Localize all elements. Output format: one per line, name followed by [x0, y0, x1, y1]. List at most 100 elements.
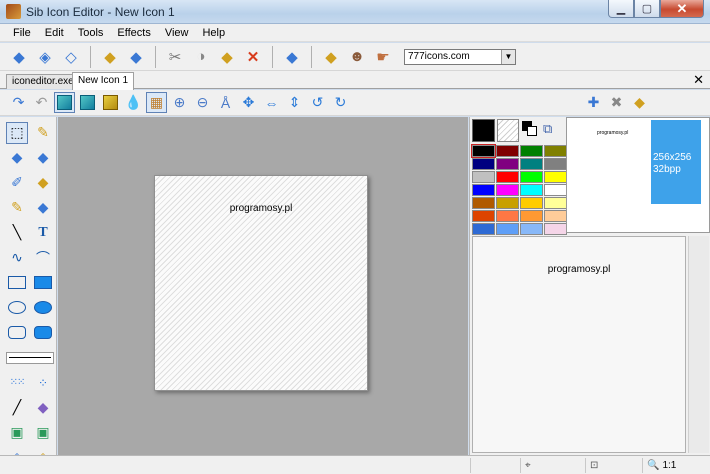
eraser-icon[interactable]: ◆: [6, 147, 28, 169]
color-swatch[interactable]: [544, 223, 567, 235]
undo-icon[interactable]: ↶: [31, 92, 52, 113]
color-swatch[interactable]: [544, 210, 567, 222]
airbrush-icon[interactable]: ✎: [6, 197, 28, 219]
open-icon[interactable]: ◈: [34, 46, 56, 68]
zoom-actual-icon[interactable]: Å: [215, 92, 236, 113]
filled-ellipse-icon[interactable]: [32, 297, 54, 319]
color-swatch[interactable]: [496, 158, 519, 170]
save-icon[interactable]: ◇: [60, 46, 82, 68]
mask-mode-icon[interactable]: [77, 92, 98, 113]
preview-scrollbar[interactable]: [688, 236, 709, 453]
color-swatch[interactable]: [544, 197, 567, 209]
primary-color-swatch[interactable]: [472, 119, 495, 142]
color-swatch[interactable]: [496, 171, 519, 183]
color-swatch[interactable]: [520, 158, 543, 170]
tab-iconeditor[interactable]: iconeditor.exe: [6, 74, 80, 89]
curve-icon[interactable]: ∿: [6, 247, 28, 269]
tab-new-icon-1[interactable]: New Icon 1: [72, 72, 135, 90]
color-swatch[interactable]: [472, 210, 495, 222]
canvas-area[interactable]: programosy.pl: [58, 117, 468, 455]
cut-icon[interactable]: ✂: [164, 46, 186, 68]
remove-image-icon[interactable]: ✖: [606, 92, 627, 113]
color-swatch[interactable]: [544, 184, 567, 196]
color-swatch[interactable]: [520, 145, 543, 157]
minimize-button[interactable]: ▁: [608, 0, 634, 18]
copy-icon[interactable]: ◑: [190, 46, 212, 68]
filled-rounded-rect-icon[interactable]: [32, 322, 54, 344]
image-list-icon[interactable]: ◆: [629, 92, 650, 113]
line-icon[interactable]: ╲: [6, 222, 28, 244]
pencil-icon[interactable]: ✎: [32, 122, 54, 144]
image-mode-icon[interactable]: [54, 92, 75, 113]
flip-horizontal-icon[interactable]: ⇔: [261, 92, 282, 113]
redo-icon[interactable]: ↷: [8, 92, 29, 113]
arc-icon[interactable]: ⌒: [32, 247, 54, 269]
color-swatch[interactable]: [520, 210, 543, 222]
add-image-icon[interactable]: ✚: [583, 92, 604, 113]
color-swatch[interactable]: [472, 223, 495, 235]
menu-effects[interactable]: Effects: [110, 27, 157, 39]
menu-file[interactable]: File: [6, 27, 38, 39]
chevron-down-icon[interactable]: ▼: [501, 49, 515, 64]
color-swatch[interactable]: [544, 171, 567, 183]
grid-icon[interactable]: ▦: [146, 92, 167, 113]
thin-line-icon[interactable]: ╱: [6, 397, 28, 419]
paste-icon[interactable]: ◆: [216, 46, 238, 68]
rectangle-icon[interactable]: [6, 272, 28, 294]
properties-icon[interactable]: ◆: [320, 46, 342, 68]
dot-grid-icon[interactable]: ⁙⁙: [6, 372, 28, 394]
import-icon[interactable]: ◆: [99, 46, 121, 68]
blend-mode-icon[interactable]: [100, 92, 121, 113]
color-swatch[interactable]: [520, 184, 543, 196]
color-swatch[interactable]: [471, 144, 496, 158]
color-swatch[interactable]: [472, 184, 495, 196]
maximize-button[interactable]: ▢: [634, 0, 660, 18]
menu-help[interactable]: Help: [195, 27, 232, 39]
color-swatch[interactable]: [472, 197, 495, 209]
close-button[interactable]: ✕: [660, 0, 704, 18]
color-swatch[interactable]: [496, 184, 519, 196]
icon-canvas[interactable]: programosy.pl: [154, 175, 368, 391]
color-swatch[interactable]: [544, 158, 567, 170]
layer-copy-icon[interactable]: ▣: [6, 422, 28, 444]
color-swatch[interactable]: [544, 145, 567, 157]
brush-icon[interactable]: ◆: [32, 147, 54, 169]
rounded-rect-icon[interactable]: [6, 322, 28, 344]
menu-tools[interactable]: Tools: [71, 27, 111, 39]
export-icon[interactable]: ◆: [125, 46, 147, 68]
color-swatch[interactable]: [496, 197, 519, 209]
smudge-icon[interactable]: ◆: [32, 197, 54, 219]
move-icon[interactable]: ✥: [238, 92, 259, 113]
text-icon[interactable]: T: [32, 222, 54, 244]
drop-icon[interactable]: 💧: [123, 92, 144, 113]
fill-bucket-icon[interactable]: ◆: [32, 172, 54, 194]
line-width-icon[interactable]: [6, 351, 54, 364]
ellipse-icon[interactable]: [6, 297, 28, 319]
filled-rectangle-icon[interactable]: [32, 272, 54, 294]
image-format-tile[interactable]: 256x256 32bpp: [651, 120, 701, 204]
copy-colors-icon[interactable]: ⧉: [543, 121, 552, 137]
select-rect-icon[interactable]: ⬚: [6, 121, 28, 144]
color-swatch[interactable]: [520, 223, 543, 235]
color-swatch[interactable]: [472, 158, 495, 170]
rotate-right-icon[interactable]: ↻: [330, 92, 351, 113]
transparent-color-swatch[interactable]: [497, 119, 519, 142]
wizard-icon[interactable]: ☻: [346, 46, 368, 68]
layer-merge-icon[interactable]: ▣: [32, 422, 54, 444]
color-swatch[interactable]: [496, 145, 519, 157]
swap-colors-icon[interactable]: [522, 121, 538, 137]
color-swatch[interactable]: [520, 171, 543, 183]
color-swatch[interactable]: [472, 171, 495, 183]
website-combo[interactable]: 777icons.com ▼: [404, 48, 516, 65]
new-icon[interactable]: ◆: [8, 46, 30, 68]
color-swatch[interactable]: [496, 210, 519, 222]
color-picker-icon[interactable]: ✐: [6, 172, 28, 194]
clear-icon[interactable]: ◆: [281, 46, 303, 68]
delete-icon[interactable]: ✕: [242, 46, 264, 68]
zoom-in-icon[interactable]: ⊕: [169, 92, 190, 113]
flip-vertical-icon[interactable]: ⇕: [284, 92, 305, 113]
dot-circle-icon[interactable]: ⁘: [32, 372, 54, 394]
rotate-left-icon[interactable]: ↺: [307, 92, 328, 113]
close-tab-icon[interactable]: ✕: [693, 72, 704, 88]
color-swatch[interactable]: [496, 223, 519, 235]
